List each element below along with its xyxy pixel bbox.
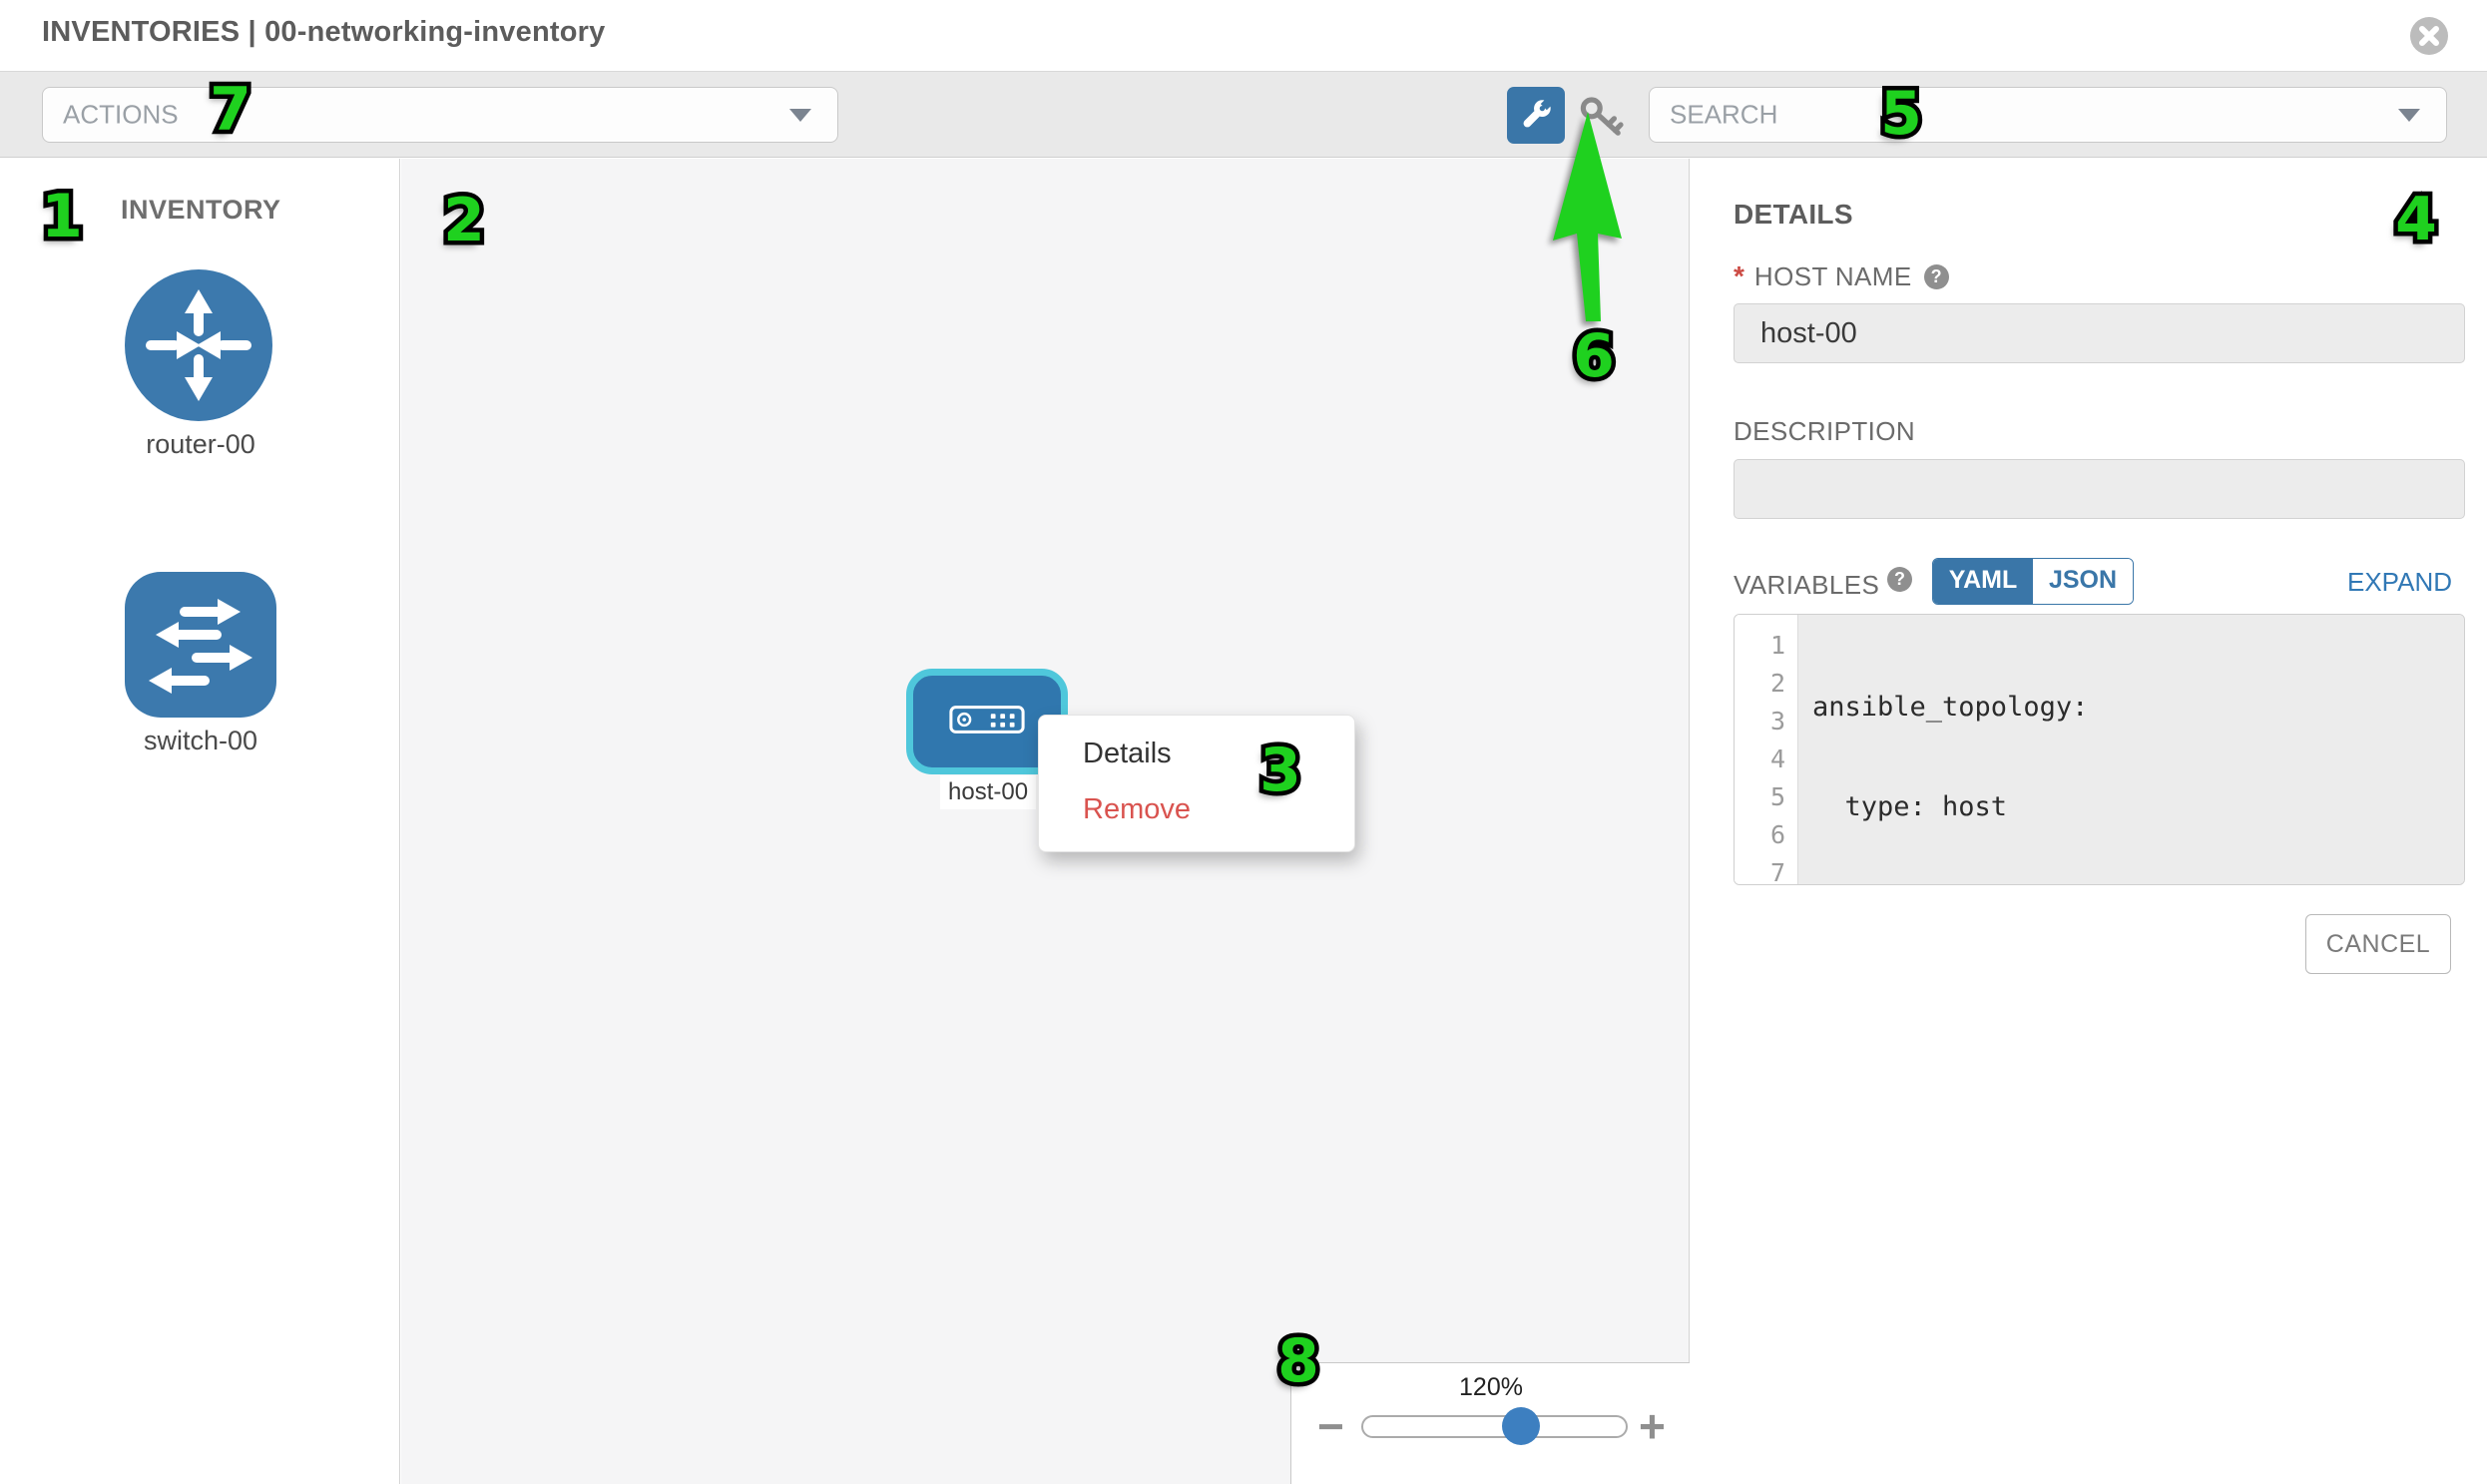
- switch-icon: [125, 572, 276, 718]
- editor-line-numbers: 1 2 3 4 5 6 7: [1735, 615, 1798, 884]
- line-number: 1: [1735, 627, 1797, 665]
- yaml-toggle-button[interactable]: YAML: [1933, 559, 2033, 604]
- actions-dropdown-label: ACTIONS: [63, 100, 179, 131]
- zoom-out-button[interactable]: −: [1317, 1403, 1344, 1449]
- inventory-topology-window: INVENTORIES | 00-networking-inventory AC…: [0, 0, 2487, 1484]
- line-number: 7: [1735, 854, 1797, 885]
- zoom-control: 120% − +: [1290, 1362, 1691, 1484]
- close-button[interactable]: [2410, 17, 2448, 55]
- details-panel: DETAILS * HOST NAME ? DESCRIPTION VARIAB…: [1690, 159, 2487, 1484]
- host-name-label-row: * HOST NAME ?: [1734, 260, 1949, 292]
- toolbar: ACTIONS: [0, 71, 2487, 158]
- host-icon: [949, 705, 1025, 735]
- line-number: 2: [1735, 665, 1797, 703]
- inventory-sidebar: INVENTORY router-00: [0, 159, 400, 1484]
- variables-row: VARIABLES ? YAML JSON EXPAND: [1690, 558, 2487, 606]
- node-context-menu: Details Remove: [1038, 715, 1355, 852]
- header: INVENTORIES | 00-networking-inventory: [0, 0, 2487, 71]
- details-panel-title: DETAILS: [1734, 199, 1853, 231]
- page-title: INVENTORIES | 00-networking-inventory: [42, 16, 605, 49]
- actions-dropdown[interactable]: ACTIONS: [42, 87, 838, 143]
- line-number: 4: [1735, 741, 1797, 778]
- help-icon[interactable]: ?: [1924, 264, 1949, 289]
- sidebar-item-label: switch-00: [51, 726, 350, 756]
- menu-item-remove[interactable]: Remove: [1039, 781, 1354, 837]
- json-toggle-button[interactable]: JSON: [2033, 559, 2133, 604]
- zoom-slider-handle[interactable]: [1502, 1407, 1540, 1445]
- zoom-level-value: 120%: [1291, 1373, 1691, 1402]
- chevron-down-icon: [2398, 109, 2420, 122]
- router-icon: [125, 269, 272, 422]
- key-icon: [1577, 94, 1629, 142]
- expand-link[interactable]: EXPAND: [2347, 567, 2452, 598]
- description-label: DESCRIPTION: [1734, 416, 1915, 447]
- sidebar-item-label: router-00: [51, 429, 350, 460]
- credentials-button[interactable]: [1577, 94, 1629, 142]
- sidebar-title: INVENTORY: [121, 195, 281, 226]
- close-icon: [2410, 17, 2448, 55]
- topology-canvas[interactable]: host-00 Details Remove 120% − +: [401, 159, 1690, 1484]
- zoom-slider[interactable]: [1361, 1415, 1628, 1438]
- host-name-label: HOST NAME: [1754, 261, 1912, 292]
- description-field[interactable]: [1734, 459, 2465, 519]
- variables-label: VARIABLES: [1734, 570, 1879, 601]
- variables-code-editor[interactable]: 1 2 3 4 5 6 7 ansible_topology: type: ho…: [1734, 614, 2465, 885]
- search-placeholder: SEARCH: [1670, 100, 1777, 131]
- line-number: 5: [1735, 778, 1797, 816]
- cancel-button[interactable]: CANCEL: [2305, 914, 2451, 974]
- menu-item-details[interactable]: Details: [1039, 726, 1354, 781]
- host-node-label: host-00: [940, 775, 1036, 809]
- code-line: type: host: [1812, 788, 2464, 826]
- zoom-in-button[interactable]: +: [1639, 1403, 1666, 1449]
- tools-button[interactable]: [1507, 87, 1565, 144]
- wrench-icon: [1516, 95, 1556, 135]
- line-number: 6: [1735, 816, 1797, 854]
- help-icon[interactable]: ?: [1887, 567, 1912, 592]
- search-dropdown[interactable]: SEARCH: [1649, 87, 2447, 143]
- sidebar-item-router[interactable]: [125, 269, 272, 422]
- host-name-field[interactable]: [1734, 303, 2465, 363]
- required-asterisk: *: [1734, 260, 1744, 292]
- code-line: ansible_topology:: [1812, 689, 2464, 727]
- description-label-row: DESCRIPTION: [1734, 416, 1915, 447]
- chevron-down-icon: [789, 109, 811, 122]
- line-number: 3: [1735, 703, 1797, 741]
- main-area: INVENTORY router-00: [0, 159, 2487, 1484]
- variables-format-toggle: YAML JSON: [1932, 558, 2134, 605]
- sidebar-item-switch[interactable]: [125, 572, 276, 718]
- editor-code[interactable]: ansible_topology: type: host name: host-…: [1798, 615, 2464, 884]
